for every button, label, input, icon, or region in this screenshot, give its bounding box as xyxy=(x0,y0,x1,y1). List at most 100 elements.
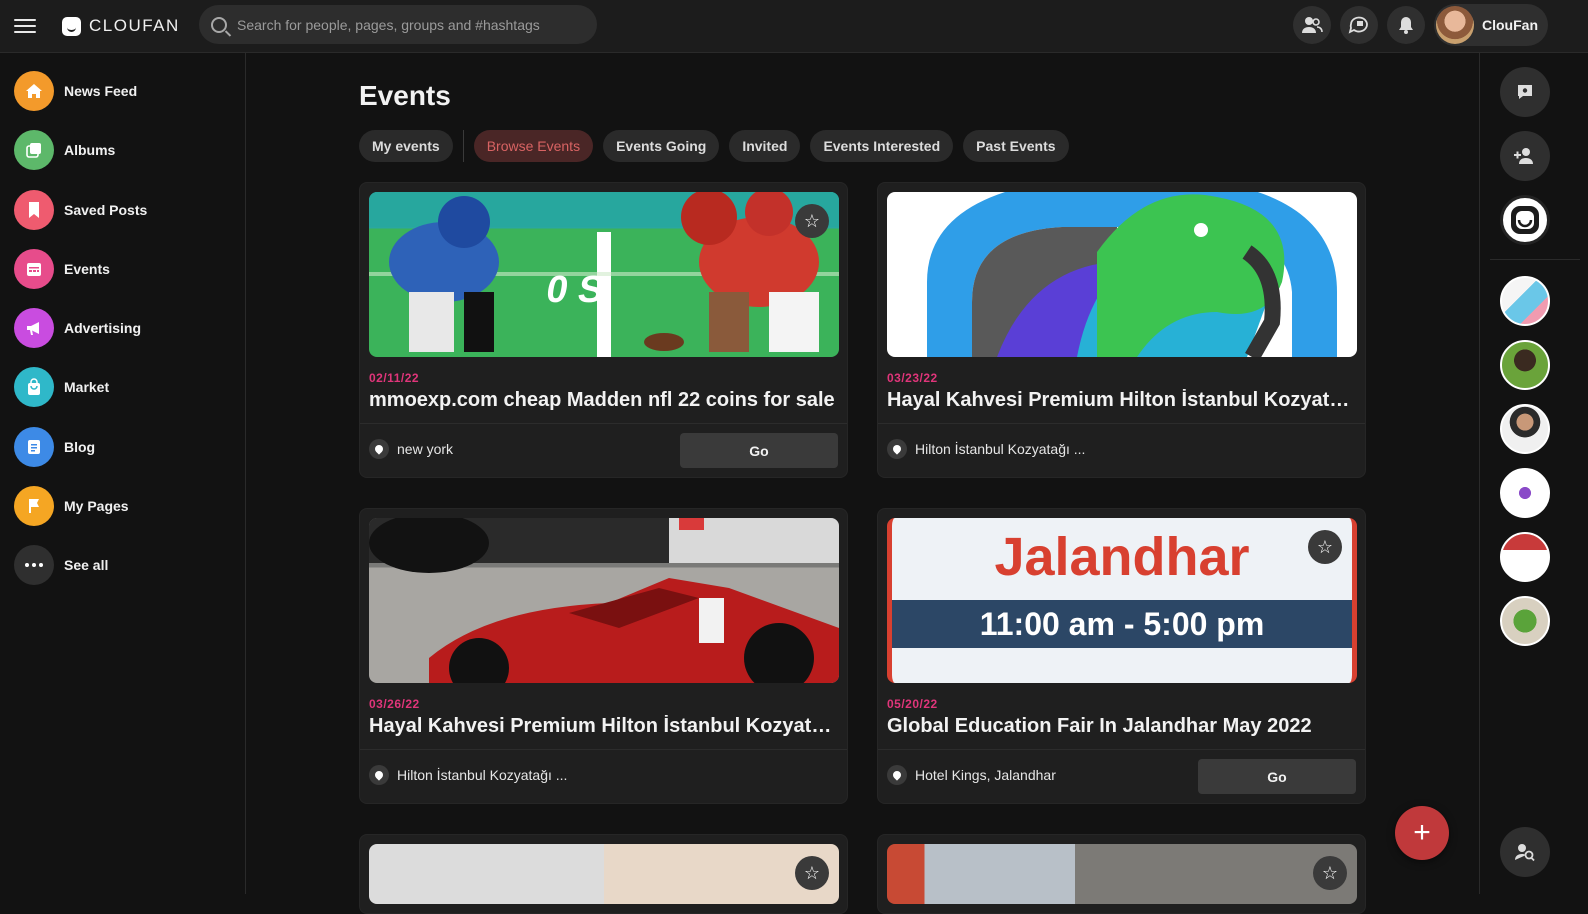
calendar-icon xyxy=(14,249,54,289)
event-card[interactable]: 03/23/22 Hayal Kahvesi Premium Hilton İs… xyxy=(877,182,1366,478)
event-location: Hilton İstanbul Kozyatağı ... xyxy=(887,439,1085,459)
event-card[interactable]: Jalandhar 11:00 am - 5:00 pm ☆ 05/20/22 … xyxy=(877,508,1366,804)
star-icon[interactable]: ☆ xyxy=(1308,530,1342,564)
event-date: 03/23/22 xyxy=(887,371,938,385)
event-tabs: My events Browse Events Events Going Inv… xyxy=(359,130,1079,162)
event-title[interactable]: Hayal Kahvesi Premium Hilton İstanbul Ko… xyxy=(887,389,1357,412)
event-card[interactable]: ☆ xyxy=(877,834,1366,914)
event-image-city: Jalandhar xyxy=(994,527,1250,587)
tab-invited[interactable]: Invited xyxy=(729,130,801,162)
shopping-bag-icon xyxy=(14,367,54,407)
albums-icon xyxy=(14,130,54,170)
sidebar-item-blog[interactable]: Blog xyxy=(14,427,95,467)
sidebar-item-label: Blog xyxy=(64,439,96,455)
sidebar-item-advertising[interactable]: Advertising xyxy=(14,308,141,348)
event-image[interactable]: ☆ xyxy=(369,844,839,904)
user-menu[interactable]: ClouFan xyxy=(1434,4,1548,46)
menu-icon[interactable] xyxy=(14,15,36,37)
create-button[interactable]: + xyxy=(1395,806,1449,860)
divider xyxy=(360,749,847,750)
tab-events-going[interactable]: Events Going xyxy=(603,130,720,162)
sidebar-item-market[interactable]: Market xyxy=(14,367,109,407)
event-location-text: Hilton İstanbul Kozyatağı ... xyxy=(915,441,1086,457)
tab-events-interested[interactable]: Events Interested xyxy=(810,130,954,162)
event-location-text: Hilton İstanbul Kozyatağı ... xyxy=(397,767,568,783)
location-pin-icon xyxy=(887,765,907,785)
sidebar-item-label: Events xyxy=(64,261,110,277)
page-title: Events xyxy=(359,80,451,111)
sidebar-item-label: My Pages xyxy=(64,498,129,514)
find-friends-icon[interactable] xyxy=(1500,827,1550,877)
logo[interactable]: CLOUFAN xyxy=(62,14,180,38)
event-title[interactable]: mmoexp.com cheap Madden nfl 22 coins for… xyxy=(369,389,839,412)
avatar[interactable] xyxy=(1500,340,1550,390)
tab-my-events[interactable]: My events xyxy=(359,130,453,162)
event-title[interactable]: Global Education Fair In Jalandhar May 2… xyxy=(887,715,1357,738)
logo-text: CLOUFAN xyxy=(89,16,180,35)
sidebar-item-news-feed[interactable]: News Feed xyxy=(14,71,137,111)
location-pin-icon xyxy=(369,439,389,459)
avatar xyxy=(1436,6,1474,44)
home-icon xyxy=(14,71,54,111)
sidebar-item-my-pages[interactable]: My Pages xyxy=(14,486,129,526)
event-date: 02/11/22 xyxy=(369,371,420,385)
search-icon xyxy=(211,16,227,33)
divider xyxy=(1490,259,1580,260)
event-card[interactable]: ☆ xyxy=(359,834,848,914)
event-location: Hotel Kings, Jalandhar xyxy=(887,765,1056,785)
avatar[interactable] xyxy=(1500,596,1550,646)
sidebar-item-label: Saved Posts xyxy=(64,202,148,218)
event-title[interactable]: Hayal Kahvesi Premium Hilton İstanbul Ko… xyxy=(369,715,839,738)
star-icon[interactable]: ☆ xyxy=(795,204,829,238)
avatar[interactable] xyxy=(1500,404,1550,454)
event-image[interactable] xyxy=(369,518,839,683)
bookmark-icon xyxy=(14,190,54,230)
avatar[interactable] xyxy=(1500,468,1550,518)
notifications-icon[interactable] xyxy=(1387,6,1425,44)
location-pin-icon xyxy=(369,765,389,785)
event-location: new york xyxy=(369,439,453,459)
event-card[interactable]: 0 S ☆ 02/11/22 mmoexp.com cheap Madden n… xyxy=(359,182,848,478)
search-bar[interactable] xyxy=(199,5,597,44)
friends-icon[interactable] xyxy=(1293,6,1331,44)
event-image[interactable]: ☆ xyxy=(887,844,1357,904)
star-icon[interactable]: ☆ xyxy=(1313,856,1347,890)
sidebar-item-saved-posts[interactable]: Saved Posts xyxy=(14,190,147,230)
avatar[interactable] xyxy=(1500,532,1550,582)
sidebar-item-label: See all xyxy=(64,557,109,573)
svg-text:0 S: 0 S xyxy=(543,268,608,311)
star-icon[interactable]: ☆ xyxy=(795,856,829,890)
event-image[interactable] xyxy=(887,192,1357,357)
event-location-text: Hotel Kings, Jalandhar xyxy=(915,767,1056,783)
more-icon xyxy=(14,545,54,585)
chat-settings-icon[interactable] xyxy=(1500,67,1550,117)
user-name: ClouFan xyxy=(1482,17,1538,33)
sidebar: News Feed Albums Saved Posts Events Adve… xyxy=(0,53,246,894)
sidebar-item-albums[interactable]: Albums xyxy=(14,130,115,170)
sidebar-item-label: Market xyxy=(64,379,110,395)
tab-past-events[interactable]: Past Events xyxy=(963,130,1069,162)
event-image[interactable]: Jalandhar 11:00 am - 5:00 pm ☆ xyxy=(887,518,1357,683)
divider xyxy=(360,423,847,424)
location-pin-icon xyxy=(887,439,907,459)
cloufan-logo-icon[interactable] xyxy=(1500,195,1550,245)
flag-icon xyxy=(14,486,54,526)
blog-icon xyxy=(14,427,54,467)
messages-icon[interactable] xyxy=(1340,6,1378,44)
sidebar-item-events[interactable]: Events xyxy=(14,249,110,289)
avatar[interactable] xyxy=(1500,276,1550,326)
sidebar-item-label: News Feed xyxy=(64,83,138,99)
tab-divider xyxy=(462,130,464,162)
go-button[interactable]: Go xyxy=(1198,759,1356,794)
event-image[interactable]: 0 S ☆ xyxy=(369,192,839,357)
event-card[interactable]: 03/26/22 Hayal Kahvesi Premium Hilton İs… xyxy=(359,508,848,804)
top-bar: CLOUFAN ClouFan xyxy=(0,0,1588,53)
tab-browse-events[interactable]: Browse Events xyxy=(473,130,594,162)
event-image-time: 11:00 am - 5:00 pm xyxy=(979,606,1265,642)
right-rail xyxy=(1479,53,1588,894)
sidebar-item-see-all[interactable]: See all xyxy=(14,545,108,585)
search-input[interactable] xyxy=(237,16,577,33)
sidebar-item-label: Albums xyxy=(64,142,116,158)
add-friend-icon[interactable] xyxy=(1500,131,1550,181)
go-button[interactable]: Go xyxy=(680,433,838,468)
